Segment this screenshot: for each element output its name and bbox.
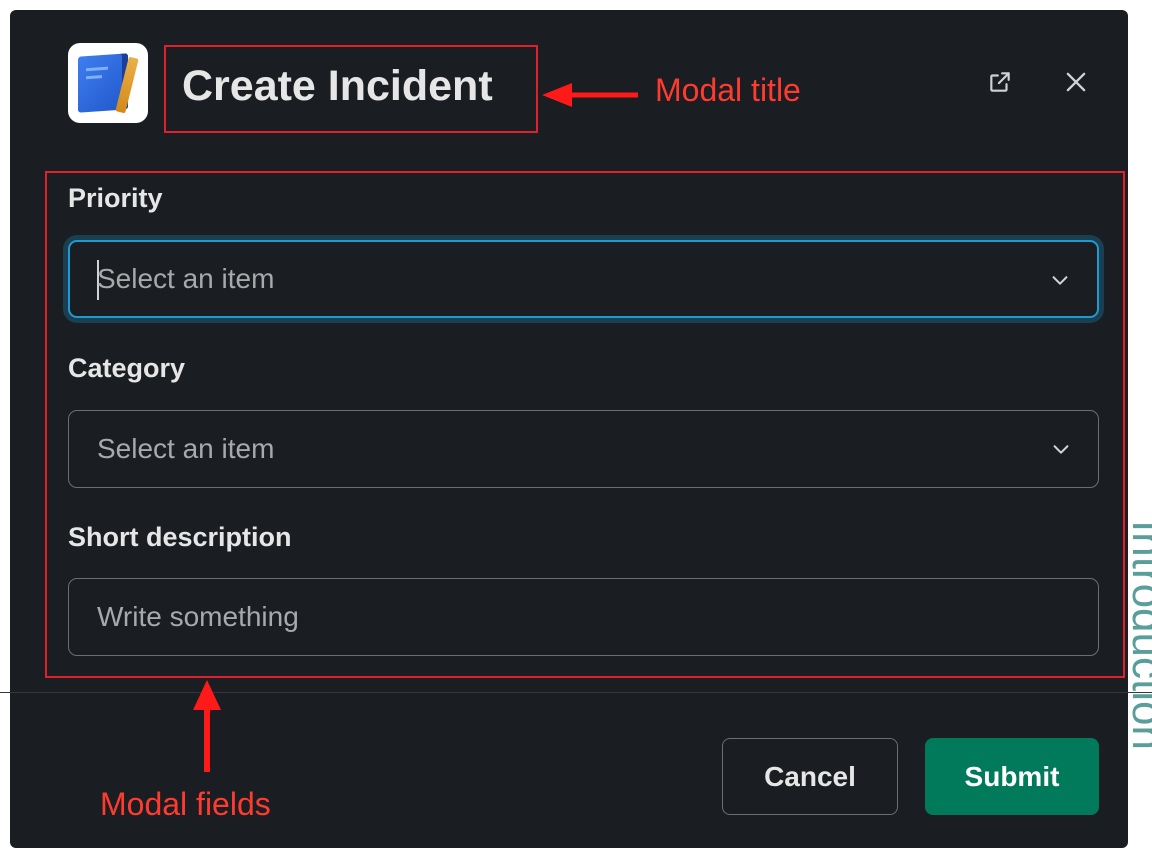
background-heading: Introduction <box>1123 520 1152 750</box>
title-annotation-text: Modal title <box>655 72 801 108</box>
annotation-arrow-up <box>193 680 221 772</box>
annotation-arrow-left <box>542 83 638 107</box>
title-annotation-box <box>164 45 538 133</box>
fields-annotation-text: Modal fields <box>100 786 271 822</box>
fields-annotation-box <box>45 171 1125 678</box>
notebook-pencil-icon <box>68 43 148 123</box>
cancel-button[interactable]: Cancel <box>722 738 898 815</box>
popout-icon[interactable] <box>980 62 1020 102</box>
close-icon[interactable] <box>1056 62 1096 102</box>
submit-button[interactable]: Submit <box>925 738 1099 815</box>
footer-divider <box>0 692 1152 693</box>
